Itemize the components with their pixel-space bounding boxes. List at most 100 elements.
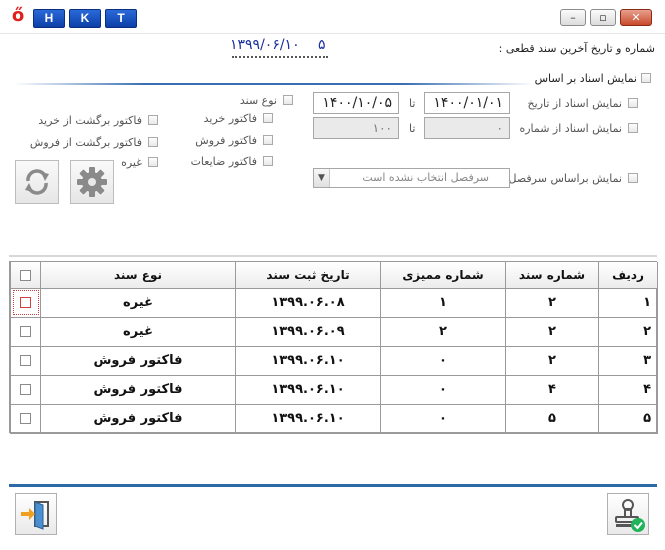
refresh-button[interactable] (15, 160, 59, 204)
show-by-label: نمایش اسناد بر اساس (534, 72, 637, 85)
col-header-doc-number[interactable]: شماره سند (505, 262, 599, 289)
doc-type-checkbox[interactable] (283, 95, 293, 105)
from-number-input[interactable]: ۰ (424, 117, 510, 139)
cell-row-no: ۲ (598, 316, 658, 347)
to-date-input[interactable]: ۱۴۰۰/۱۰/۰۵ (313, 92, 399, 114)
purchase-invoice-label: فاکتور خرید (203, 112, 257, 125)
table-row[interactable]: ۴ ۴ ۰ ۱۳۹۹.۰۶.۱۰ فاکتور فروش (10, 374, 658, 405)
table-row[interactable]: ۱ ۲ ۱ ۱۳۹۹.۰۶.۰۸ غیره (10, 287, 658, 318)
cell-doc-type: فاکتور فروش (40, 374, 236, 405)
cell-audit-number: ۰ (380, 374, 506, 405)
show-by-checkbox[interactable] (641, 73, 651, 83)
minimize-button[interactable]: – (560, 9, 586, 26)
col-header-doc-type[interactable]: نوع سند (40, 262, 236, 289)
table-row[interactable]: ۳ ۲ ۰ ۱۳۹۹.۰۶.۱۰ فاکتور فروش (10, 345, 658, 376)
documents-table: ردیف شماره سند شماره ممیزی تاریخ ثبت سند… (9, 261, 658, 434)
to-number-input[interactable]: ۱۰۰ (313, 117, 399, 139)
cell-doc-number: ۲ (505, 316, 599, 347)
other-checkbox[interactable] (148, 157, 158, 167)
select-all-checkbox[interactable] (20, 269, 31, 281)
cell-audit-number: ۰ (380, 403, 506, 434)
cell-audit-number: ۲ (380, 316, 506, 347)
select-all-cell[interactable] (10, 262, 41, 289)
waste-invoice-checkbox[interactable] (263, 156, 273, 166)
row-checkbox[interactable] (20, 326, 31, 337)
settings-button[interactable] (70, 160, 114, 204)
table-row[interactable]: ۵ ۵ ۰ ۱۳۹۹.۰۶.۱۰ فاکتور فروش (10, 403, 658, 434)
title-bar: ő H K T – ▫ ✕ (0, 0, 665, 34)
cell-select[interactable] (10, 287, 41, 318)
cell-register-date: ۱۳۹۹.۰۶.۰۸ (235, 287, 381, 318)
approve-stamp-button[interactable] (607, 493, 649, 535)
by-heading-label: نمایش براساس سرفصل (508, 172, 622, 185)
cell-select[interactable] (10, 403, 41, 434)
cell-doc-type: فاکتور فروش (40, 403, 236, 434)
cell-doc-number: ۵ (505, 403, 599, 434)
maximize-button[interactable]: ▫ (590, 9, 616, 26)
cell-row-no: ۳ (598, 345, 658, 376)
purchase-return-checkbox[interactable] (148, 115, 158, 125)
from-date-input[interactable]: ۱۴۰۰/۰۱/۰۱ (424, 92, 510, 114)
cell-register-date: ۱۳۹۹.۰۶.۰۹ (235, 316, 381, 347)
cell-doc-number: ۲ (505, 287, 599, 318)
table-row[interactable]: ۲ ۲ ۲ ۱۳۹۹.۰۶.۰۹ غیره (10, 316, 658, 347)
col-header-audit-number[interactable]: شماره ممیزی (380, 262, 506, 289)
exit-door-icon (21, 501, 49, 530)
heading-select[interactable]: سرفصل انتخاب نشده است ▼ (313, 168, 510, 188)
cell-doc-type: غیره (40, 287, 236, 318)
row-checkbox[interactable] (20, 413, 31, 424)
by-heading-checkbox[interactable] (628, 173, 638, 183)
to-label-number: تا (409, 122, 416, 135)
cell-doc-number: ۲ (505, 345, 599, 376)
stamp-check-icon (615, 499, 645, 532)
row-checkbox[interactable] (20, 297, 31, 308)
k-button[interactable]: K (69, 9, 101, 28)
purchase-return-label: فاکتور برگشت از خرید (38, 114, 142, 127)
gear-icon (77, 167, 107, 197)
from-date-checkbox[interactable] (628, 98, 638, 108)
sales-invoice-checkbox[interactable] (263, 135, 273, 145)
dotted-underline (232, 56, 328, 58)
last-doc-label: شماره و تاریخ آخرین سند قطعی : (498, 42, 655, 55)
from-date-label: نمایش اسناد از تاریخ (527, 97, 622, 110)
purchase-invoice-checkbox[interactable] (263, 113, 273, 123)
table-header-row: ردیف شماره سند شماره ممیزی تاریخ ثبت سند… (10, 262, 658, 289)
cell-select[interactable] (10, 374, 41, 405)
cell-register-date: ۱۳۹۹.۰۶.۱۰ (235, 403, 381, 434)
col-header-register-date[interactable]: تاریخ ثبت سند (235, 262, 381, 289)
last-doc-date: ۱۳۹۹/۰۶/۱۰ (230, 37, 300, 53)
cell-doc-type: غیره (40, 316, 236, 347)
cell-select[interactable] (10, 316, 41, 347)
app-logo-icon: ő (11, 5, 25, 26)
last-doc-number: ۵ (318, 37, 326, 53)
close-button[interactable]: ✕ (620, 9, 652, 26)
footer-separator (9, 484, 657, 487)
to-label-date: تا (409, 97, 416, 110)
grid-top-divider (9, 255, 657, 257)
exit-button[interactable] (15, 493, 57, 535)
from-number-label: نمایش اسناد از شماره (519, 122, 622, 135)
row-checkbox[interactable] (20, 384, 31, 395)
heading-select-value: سرفصل انتخاب نشده است (362, 171, 489, 184)
sales-return-checkbox[interactable] (148, 137, 158, 147)
cell-doc-type: فاکتور فروش (40, 345, 236, 376)
h-button[interactable]: H (33, 9, 65, 28)
doc-type-label: نوع سند (239, 94, 277, 107)
other-label: غیره (121, 156, 142, 169)
t-button[interactable]: T (105, 9, 137, 28)
cell-row-no: ۱ (598, 287, 658, 318)
chevron-down-icon[interactable]: ▼ (314, 169, 330, 187)
col-header-row-no[interactable]: ردیف (598, 262, 658, 289)
from-number-checkbox[interactable] (628, 123, 638, 133)
cell-row-no: ۵ (598, 403, 658, 434)
cell-select[interactable] (10, 345, 41, 376)
cell-audit-number: ۰ (380, 345, 506, 376)
cell-audit-number: ۱ (380, 287, 506, 318)
sales-invoice-label: فاکتور فروش (195, 134, 257, 147)
row-checkbox[interactable] (20, 355, 31, 366)
cell-doc-number: ۴ (505, 374, 599, 405)
refresh-icon (25, 169, 49, 195)
section-separator (14, 83, 534, 85)
cell-register-date: ۱۳۹۹.۰۶.۱۰ (235, 374, 381, 405)
cell-register-date: ۱۳۹۹.۰۶.۱۰ (235, 345, 381, 376)
